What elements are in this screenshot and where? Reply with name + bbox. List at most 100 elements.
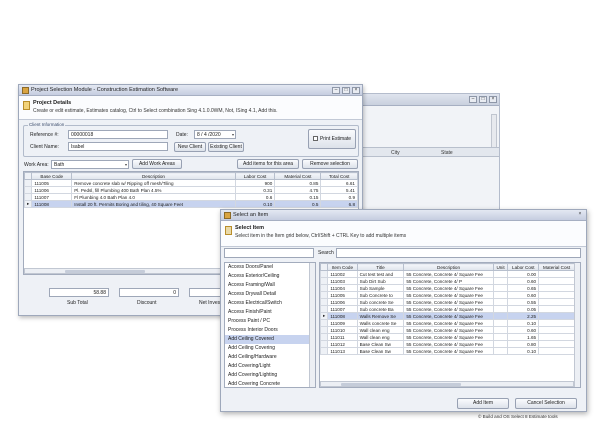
category-item[interactable]: Access Exterior/Ceiling bbox=[225, 272, 315, 281]
category-scrollbar[interactable] bbox=[309, 263, 315, 387]
cell-unit bbox=[492, 347, 509, 355]
category-item[interactable]: Add Ceiling Covered bbox=[225, 335, 315, 344]
cell-unit bbox=[492, 277, 509, 285]
category-item[interactable]: Process Paint / PC bbox=[225, 317, 315, 326]
category-item[interactable]: Access Finish/Paint bbox=[225, 308, 315, 317]
close-icon[interactable]: × bbox=[576, 212, 584, 219]
client-info-label: Client Information bbox=[28, 122, 66, 127]
add-items-button[interactable]: Add items for this area bbox=[237, 159, 299, 169]
table-row[interactable]: 111005 Sub Concrete to 55 Concrete, Concre… bbox=[320, 291, 575, 299]
col-material-cost[interactable]: Material Cost bbox=[274, 172, 322, 180]
scroll-thumb[interactable] bbox=[341, 383, 461, 386]
cell-title: Sub Concrete to bbox=[356, 291, 405, 299]
item-hscrollbar[interactable] bbox=[320, 381, 574, 387]
col-title[interactable]: Title bbox=[356, 263, 405, 271]
cell-material-cost bbox=[538, 270, 575, 278]
table-row[interactable]: 111005 Remove concrete slab w/ Ripping of… bbox=[23, 179, 358, 187]
select-item-dialog: Select an Item × Select Item Select item… bbox=[220, 209, 587, 412]
table-row[interactable]: 111012 Base Clean Sw 55 Concrete, Concrete… bbox=[320, 340, 575, 348]
table-row[interactable]: 111004 Sub Sample 55 Concrete, Concrete 4/… bbox=[320, 284, 575, 292]
new-client-button[interactable]: New Client bbox=[174, 142, 206, 152]
table-row[interactable]: 111009 Walls concrete Se 55 Concrete, Conc… bbox=[320, 319, 575, 327]
cell-material-cost bbox=[538, 305, 575, 313]
search-input[interactable] bbox=[336, 248, 581, 258]
maximize-icon[interactable]: □ bbox=[342, 87, 350, 94]
close-icon[interactable]: × bbox=[489, 96, 497, 103]
remove-selection-button[interactable]: Remove selection bbox=[302, 159, 358, 169]
cell-total-cost: 5.41 bbox=[320, 186, 358, 194]
table-row[interactable]: 111007 Sub concrete Ba 55 Concrete, Concre… bbox=[320, 305, 575, 313]
add-item-button[interactable]: Add Item bbox=[457, 398, 509, 409]
cell-description: Install 20 ft. Permits Boring and tiling… bbox=[71, 200, 236, 208]
discount-label: Discount bbox=[137, 300, 157, 306]
col-description[interactable]: Description bbox=[71, 172, 236, 180]
dialog-title: Select an Item bbox=[233, 212, 269, 218]
cell-item-code: 111002 bbox=[327, 270, 358, 278]
col-description[interactable]: Description bbox=[403, 263, 494, 271]
table-row[interactable]: ▸ 111008 Install 20 ft. Permits Boring and… bbox=[23, 200, 358, 208]
scroll-thumb[interactable] bbox=[65, 270, 145, 273]
cell-description: 55 Concrete, Concrete 4/ Square Fee bbox=[403, 298, 494, 306]
table-row[interactable]: 111006 Pl. Pedsl, fill Plumbing 400 Bath … bbox=[23, 186, 358, 194]
banner-subtitle: Create or edit estimate, Estimates catal… bbox=[33, 108, 278, 114]
table-row[interactable]: 111011 Wall clean eng 55 Concrete, Concret… bbox=[320, 333, 575, 341]
table-row[interactable]: 111010 Wall clean eng 55 Concrete, Concret… bbox=[320, 326, 575, 334]
category-item[interactable]: Access Doors/Panel bbox=[225, 263, 315, 272]
cell-item-code: 111011 bbox=[327, 333, 358, 341]
item-scrollbar[interactable] bbox=[574, 263, 580, 387]
col-material-cost[interactable]: Material Cost bbox=[538, 263, 575, 271]
table-row[interactable]: 111002 Cut test test and 55 Concrete, Conc… bbox=[320, 270, 575, 278]
reference-input[interactable]: 00000018 bbox=[68, 130, 168, 139]
table-row[interactable]: 111007 Fl Plumbing 4.0 Bath Plan 4.0 0.6 0.… bbox=[23, 193, 358, 201]
bg-grid-header: City State bbox=[361, 147, 499, 157]
bg-scrollbar[interactable] bbox=[491, 114, 497, 149]
dialog-titlebar: Select an Item × bbox=[221, 210, 586, 221]
category-item[interactable]: Process Interior Doors bbox=[225, 326, 315, 335]
category-item[interactable]: Add Ceiling Covering bbox=[225, 344, 315, 353]
row-marker bbox=[320, 270, 329, 278]
cell-title: Walls concrete Se bbox=[356, 319, 405, 327]
row-marker: ▸ bbox=[23, 200, 33, 208]
cancel-selection-button[interactable]: Cancel Selection bbox=[515, 398, 577, 409]
add-work-areas-button[interactable]: Add Work Areas bbox=[132, 159, 182, 169]
cell-description: Remove concrete slab w/ Ripping off mesh… bbox=[71, 179, 236, 187]
print-estimate-button[interactable]: Print Estimate bbox=[308, 129, 356, 149]
cell-labor-cost: 0.60 bbox=[507, 326, 540, 334]
col-total-cost[interactable]: Total Cost bbox=[320, 172, 358, 180]
discount-field[interactable]: 0 bbox=[119, 288, 179, 297]
category-item[interactable]: Add Covering/Lighting bbox=[225, 371, 315, 380]
col-item-code[interactable]: Item Code bbox=[327, 263, 358, 271]
category-item[interactable]: Access Drywall Detail bbox=[225, 290, 315, 299]
category-item[interactable]: Add Covering Concrete bbox=[225, 380, 315, 387]
table-row[interactable]: 111006 Sub concrete Se 55 Concrete, Concre… bbox=[320, 298, 575, 306]
table-row[interactable]: 111013 Base Clean Sw 55 Concrete, Concrete… bbox=[320, 347, 575, 355]
chevron-down-icon[interactable]: ▾ bbox=[125, 162, 127, 167]
chevron-down-icon[interactable]: ▾ bbox=[232, 132, 234, 137]
cell-description: 55 Concrete, Concrete 4/ Square Fee bbox=[403, 291, 494, 299]
cell-material-cost: 0.15 bbox=[274, 193, 322, 201]
work-area-select[interactable]: Bath ▾ bbox=[51, 160, 129, 169]
existing-client-button[interactable]: Existing Client bbox=[208, 142, 244, 152]
minimize-icon[interactable]: – bbox=[332, 87, 340, 94]
col-labor-cost[interactable]: Labor Cost bbox=[507, 263, 540, 271]
date-picker[interactable]: 8 / 4 /2020 ▾ bbox=[194, 130, 236, 139]
close-icon[interactable]: × bbox=[352, 87, 360, 94]
category-item[interactable]: Access Framing/Wall bbox=[225, 281, 315, 290]
cell-description: 55 Concrete, Concrete 4/ Square Fee bbox=[403, 319, 494, 327]
table-row[interactable]: ▸ 111008 Walls Remove Se 55 Concrete, Concr… bbox=[320, 312, 575, 320]
cell-item-code: 111008 bbox=[327, 312, 358, 320]
category-item[interactable]: Add Ceiling/Hardware bbox=[225, 353, 315, 362]
item-grid: Item Code Title Description Unit Labor C… bbox=[319, 262, 581, 388]
col-unit[interactable]: Unit bbox=[492, 263, 509, 271]
category-item[interactable]: Add Covering/Light bbox=[225, 362, 315, 371]
client-name-label: Client Name: bbox=[30, 144, 59, 150]
category-filter-input[interactable] bbox=[224, 248, 314, 258]
table-row[interactable]: 111003 Sub Dirt Sub 55 Concrete, Concrete … bbox=[320, 277, 575, 285]
col-labor-cost[interactable]: Labor Cost bbox=[234, 172, 276, 180]
date-value: 8 / 4 /2020 bbox=[197, 132, 221, 138]
maximize-icon[interactable]: □ bbox=[479, 96, 487, 103]
category-item[interactable]: Access Electrical/Switch bbox=[225, 299, 315, 308]
client-name-input[interactable]: Isabel bbox=[68, 142, 168, 151]
minimize-icon[interactable]: – bbox=[469, 96, 477, 103]
col-base-code[interactable]: Base Code bbox=[31, 172, 73, 180]
